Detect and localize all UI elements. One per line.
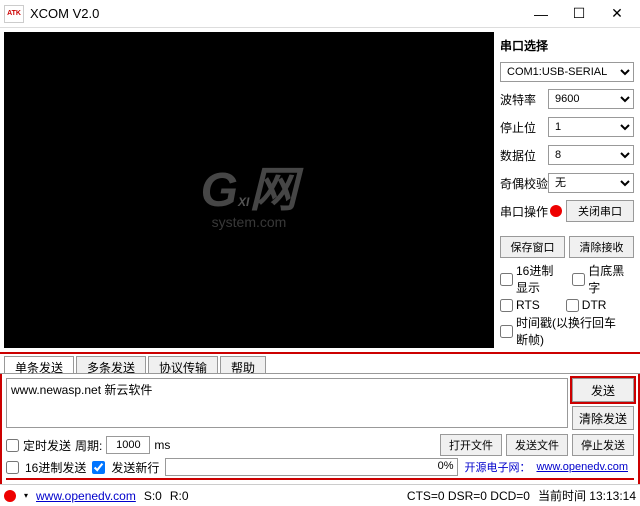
rts-checkbox[interactable]: [500, 299, 513, 312]
save-window-button[interactable]: 保存窗口: [500, 236, 565, 258]
hex-send-label: 16进制发送: [25, 459, 86, 476]
send-input[interactable]: [6, 378, 568, 428]
dtr-label: DTR: [582, 298, 607, 312]
stop-select[interactable]: 1: [548, 117, 634, 137]
tab-protocol[interactable]: 协议传输: [148, 356, 218, 373]
send-newline-checkbox[interactable]: [92, 461, 105, 474]
parity-label: 奇偶校验: [500, 175, 548, 192]
status-url[interactable]: www.openedv.com: [36, 489, 136, 503]
stop-send-button[interactable]: 停止发送: [572, 434, 634, 456]
hex-display-checkbox[interactable]: [500, 273, 513, 286]
period-label: 周期:: [75, 437, 102, 454]
status-sent: S:0: [144, 489, 162, 503]
parity-select[interactable]: 无: [548, 173, 634, 193]
send-newline-label: 发送新行: [111, 459, 159, 476]
data-label: 数据位: [500, 147, 548, 164]
clear-send-button[interactable]: 清除发送: [572, 406, 634, 430]
timestamp-checkbox[interactable]: [500, 325, 513, 338]
white-black-label: 白底黑字: [588, 262, 626, 296]
timed-send-label: 定时发送: [23, 437, 71, 454]
dtr-checkbox[interactable]: [566, 299, 579, 312]
progress-value: 0%: [438, 460, 454, 472]
window-title: XCOM V2.0: [30, 6, 522, 21]
timed-send-checkbox[interactable]: [6, 439, 19, 452]
minimize-button[interactable]: —: [522, 1, 560, 27]
white-black-checkbox[interactable]: [572, 273, 585, 286]
close-button[interactable]: ✕: [598, 1, 636, 27]
period-input[interactable]: [106, 436, 150, 454]
tab-multi-send[interactable]: 多条发送: [76, 356, 146, 373]
rts-label: RTS: [516, 298, 540, 312]
close-port-button[interactable]: 关闭串口: [566, 200, 634, 222]
openedv-link[interactable]: www.openedv.com: [536, 461, 628, 473]
timestamp-label: 时间戳(以换行回车断帧): [516, 314, 626, 348]
maximize-button[interactable]: ☐: [560, 1, 598, 27]
send-button[interactable]: 发送: [572, 378, 634, 402]
progress-bar: 0%: [165, 458, 458, 476]
status-dropdown-icon[interactable]: ▾: [24, 491, 28, 500]
status-received: R:0: [170, 489, 189, 503]
app-logo: ATK: [4, 5, 24, 23]
link-label: 开源电子网：: [464, 459, 530, 475]
data-select[interactable]: 8: [548, 145, 634, 165]
status-signals: CTS=0 DSR=0 DCD=0: [407, 489, 530, 503]
terminal-output: GXI网 system.com: [4, 32, 494, 348]
baud-label: 波特率: [500, 91, 548, 108]
hex-display-label: 16进制显示: [516, 262, 564, 296]
status-time: 当前时间 13:13:14: [538, 487, 636, 504]
baud-select[interactable]: 9600: [548, 89, 634, 109]
clear-receive-button[interactable]: 清除接收: [569, 236, 634, 258]
stop-label: 停止位: [500, 119, 548, 136]
period-unit: ms: [154, 438, 170, 452]
port-select-label: 串口选择: [500, 37, 548, 54]
send-file-button[interactable]: 发送文件: [506, 434, 568, 456]
watermark: GXI网 system.com: [201, 150, 298, 230]
tab-help[interactable]: 帮助: [220, 356, 266, 373]
port-op-label: 串口操作: [500, 203, 548, 220]
status-indicator-icon: [4, 490, 16, 502]
port-status-icon: [550, 205, 562, 217]
hex-send-checkbox[interactable]: [6, 461, 19, 474]
port-select[interactable]: COM1:USB-SERIAL: [500, 62, 634, 82]
open-file-button[interactable]: 打开文件: [440, 434, 502, 456]
tab-single-send[interactable]: 单条发送: [4, 356, 74, 373]
